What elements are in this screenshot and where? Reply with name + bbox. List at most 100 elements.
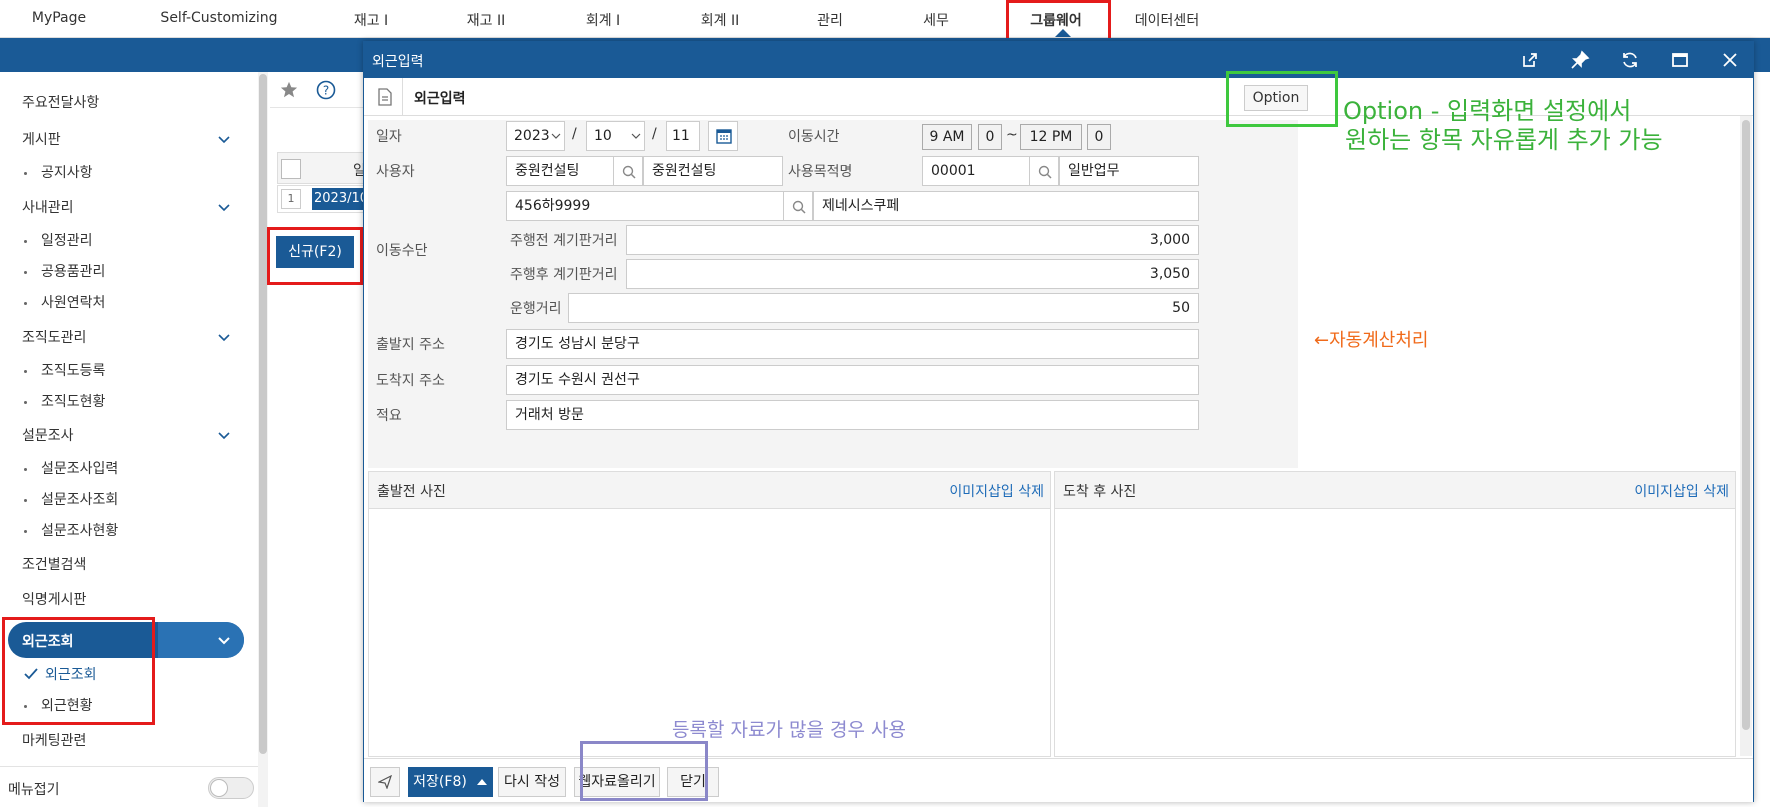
annotation-auto-calc: ←자동계산처리 xyxy=(1314,330,1429,351)
sidebar-item-conditional-search[interactable]: 조건별검색 xyxy=(22,554,86,574)
send-button[interactable] xyxy=(370,767,400,797)
sidebar-item-marketing[interactable]: 마케팅관련 xyxy=(22,730,86,750)
vehicle-search-button[interactable] xyxy=(783,191,813,221)
chevron-down-icon[interactable] xyxy=(216,200,232,216)
sidebar-item-board[interactable]: 게시판 xyxy=(22,129,61,149)
tab-tax[interactable]: 세무 xyxy=(923,10,949,30)
save-options-button[interactable] xyxy=(471,767,493,797)
end-hour-select[interactable]: 12 PM xyxy=(1020,124,1082,150)
highlight-new-button xyxy=(267,227,363,285)
photo-before-header: 출발전 사진 이미지삽입 삭제 xyxy=(369,472,1050,509)
sidebar-item-survey-input[interactable]: 설문조사입력 xyxy=(24,458,118,478)
refresh-icon[interactable] xyxy=(1620,50,1640,70)
vehicle-name-input[interactable]: 제네시스쿠페 xyxy=(813,191,1199,221)
odometer-before-label: 주행전 계기판거리 xyxy=(510,233,618,249)
bullet-icon xyxy=(24,369,27,373)
grid-select-all-checkbox[interactable] xyxy=(281,159,301,179)
arrival-input[interactable]: 경기도 수원시 권선구 xyxy=(506,365,1199,395)
sidebar-item-main-notices[interactable]: 주요전달사항 xyxy=(22,92,99,112)
sidebar-item-contacts[interactable]: 사원연락처 xyxy=(24,292,105,312)
rewrite-button[interactable]: 다시 작성 xyxy=(498,767,566,797)
tab-management[interactable]: 관리 xyxy=(817,10,843,30)
distance-input[interactable]: 50 xyxy=(568,293,1199,323)
calendar-button[interactable] xyxy=(708,121,738,151)
field-work-input-dialog: 외근입력 외근입력 Option 일자 2023 / 10 / 11 이동시간 … xyxy=(363,41,1754,802)
sidebar-item-survey-status[interactable]: 설문조사현황 xyxy=(24,520,118,540)
popout-icon[interactable] xyxy=(1520,50,1540,70)
star-icon[interactable] xyxy=(280,81,298,99)
highlight-field-work-menu xyxy=(2,617,155,725)
sidebar-item-org-status[interactable]: 조직도현황 xyxy=(24,391,105,411)
photo-after-panel: 도착 후 사진 이미지삽입 삭제 xyxy=(1054,471,1736,757)
sidebar-item-survey-view[interactable]: 설문조사조회 xyxy=(24,489,118,509)
grid-header: 일 xyxy=(277,152,367,184)
tab-mypage[interactable]: MyPage xyxy=(32,10,86,26)
photo-after-title: 도착 후 사진 xyxy=(1063,484,1137,500)
bullet-icon xyxy=(24,171,27,175)
row-number: 1 xyxy=(281,189,301,209)
sidebar-item-notice[interactable]: 공지사항 xyxy=(24,162,93,182)
tab-inventory-2[interactable]: 재고 II xyxy=(467,10,505,30)
date-separator: / xyxy=(572,126,577,142)
tab-data-center[interactable]: 데이터센터 xyxy=(1135,10,1199,30)
close-icon[interactable] xyxy=(1720,50,1740,70)
tab-self-customizing[interactable]: Self-Customizing xyxy=(160,10,277,26)
photo-before-insert-delete-links[interactable]: 이미지삽입 삭제 xyxy=(949,481,1044,501)
chevron-down-icon[interactable] xyxy=(216,132,232,148)
menu-collapse-label: 메뉴접기 xyxy=(8,782,60,798)
sidebar-item-label: 공지사항 xyxy=(41,165,93,181)
sidebar-item-internal-mgmt[interactable]: 사내관리 xyxy=(22,197,74,217)
month-select[interactable]: 10 xyxy=(586,121,645,151)
month-value: 10 xyxy=(594,128,612,144)
odometer-before-input[interactable]: 3,000 xyxy=(626,225,1199,255)
sidebar-item-org-mgmt[interactable]: 조직도관리 xyxy=(22,327,86,347)
tab-accounting-1[interactable]: 회계 I xyxy=(586,10,620,30)
maximize-icon[interactable] xyxy=(1670,50,1690,70)
user-search-button[interactable] xyxy=(613,156,643,186)
start-minute-select[interactable]: 0 xyxy=(978,124,1002,150)
purpose-search-button[interactable] xyxy=(1029,156,1059,186)
user-name-input[interactable]: 중원컨설팅 xyxy=(643,156,783,186)
user-code-input[interactable]: 중원컨설팅 xyxy=(506,156,614,186)
scrollbar-thumb[interactable] xyxy=(1742,120,1750,730)
table-row[interactable]: 1 2023/10 xyxy=(277,185,368,213)
purpose-code-input[interactable]: 00001 xyxy=(922,156,1030,186)
pin-icon[interactable] xyxy=(1570,50,1590,70)
chevron-down-icon[interactable] xyxy=(216,428,232,444)
dialog-scrollbar[interactable] xyxy=(1740,116,1752,756)
vehicle-code-input[interactable]: 456하9999 xyxy=(506,191,784,221)
menu-collapse-toggle[interactable] xyxy=(208,777,254,799)
arrival-label: 도착지 주소 xyxy=(376,373,445,389)
calendar-icon xyxy=(716,129,732,144)
help-icon[interactable]: ? xyxy=(316,80,336,100)
sidebar-item-anonymous-board[interactable]: 익명게시판 xyxy=(22,589,86,609)
end-minute-select[interactable]: 0 xyxy=(1087,124,1111,150)
sidebar-item-label: 설문조사조회 xyxy=(41,492,119,508)
departure-input[interactable]: 경기도 성남시 분당구 xyxy=(506,329,1199,359)
scrollbar-thumb[interactable] xyxy=(259,74,267,754)
odometer-after-input[interactable]: 3,050 xyxy=(626,259,1199,289)
save-button[interactable]: 저장(F8) xyxy=(408,767,472,797)
sidebar-item-org-register[interactable]: 조직도등록 xyxy=(24,360,105,380)
bullet-icon xyxy=(24,467,27,471)
photo-after-insert-delete-links[interactable]: 이미지삽입 삭제 xyxy=(1634,481,1729,501)
sidebar-item-schedule[interactable]: 일정관리 xyxy=(24,230,93,250)
chevron-down-icon[interactable] xyxy=(216,330,232,346)
user-label: 사용자 xyxy=(376,164,415,180)
dialog-subtitle: 외근입력 xyxy=(414,91,466,107)
year-select[interactable]: 2023 xyxy=(506,121,565,151)
memo-input[interactable]: 거래처 방문 xyxy=(506,400,1199,430)
chevron-down-icon[interactable] xyxy=(216,633,232,649)
day-input[interactable]: 11 xyxy=(666,121,700,151)
sidebar-item-supplies[interactable]: 공용품관리 xyxy=(24,261,105,281)
purpose-name-input[interactable]: 일반업무 xyxy=(1059,156,1199,186)
tab-accounting-2[interactable]: 회계 II xyxy=(701,10,739,30)
sidebar-item-survey[interactable]: 설문조사 xyxy=(22,425,74,445)
vehicle-label: 이동수단 xyxy=(376,243,428,259)
row-date-cell[interactable]: 2023/10 xyxy=(312,188,368,210)
document-icon xyxy=(378,88,392,106)
sidebar-scrollbar[interactable] xyxy=(258,72,268,807)
start-hour-select[interactable]: 9 AM xyxy=(922,124,972,150)
sidebar-item-label: 조직도현황 xyxy=(41,394,106,410)
tab-inventory-1[interactable]: 재고 I xyxy=(354,10,388,30)
